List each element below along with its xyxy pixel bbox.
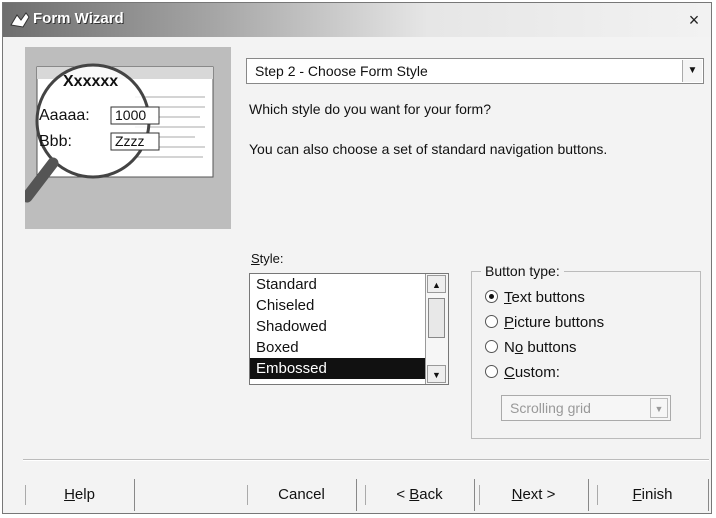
- preview-field2-value: Zzzz: [115, 133, 145, 149]
- close-icon[interactable]: ×: [685, 11, 703, 29]
- list-item[interactable]: Standard: [250, 274, 428, 295]
- back-button[interactable]: < Back: [365, 479, 475, 511]
- preview-field1-label: Aaaaa:: [39, 107, 90, 124]
- chevron-down-icon[interactable]: ▼: [682, 60, 702, 82]
- list-item[interactable]: Boxed: [250, 337, 428, 358]
- scroll-down-icon[interactable]: ▼: [427, 365, 446, 383]
- prompt-style-question: Which style do you want for your form?: [249, 101, 491, 117]
- preview-field2-label: Bbb:: [39, 133, 72, 150]
- radio-unchecked-icon[interactable]: [485, 339, 498, 353]
- finish-button[interactable]: Finish: [597, 479, 709, 511]
- help-button[interactable]: Help: [25, 479, 135, 511]
- title-bar[interactable]: Form Wizard ×: [3, 3, 711, 37]
- next-button[interactable]: Next >: [479, 479, 589, 511]
- radio-text-buttons[interactable]: Text buttons: [485, 289, 585, 309]
- radio-unchecked-icon[interactable]: [485, 314, 498, 328]
- radio-custom[interactable]: Custom:: [485, 364, 560, 384]
- step-dropdown-value: Step 2 - Choose Form Style: [255, 63, 428, 79]
- radio-picture-buttons[interactable]: Picture buttons: [485, 314, 604, 334]
- prompt-navigation-info: You can also choose a set of standard na…: [249, 141, 608, 157]
- style-listbox[interactable]: Standard Chiseled Shadowed Boxed Embosse…: [249, 273, 449, 385]
- step-dropdown[interactable]: Step 2 - Choose Form Style ▼: [246, 58, 704, 84]
- preview-heading: Xxxxxx: [63, 73, 119, 90]
- scroll-thumb[interactable]: [428, 298, 445, 338]
- radio-unchecked-icon[interactable]: [485, 364, 498, 378]
- wizard-icon: [10, 12, 30, 28]
- window-title: Form Wizard: [33, 10, 124, 27]
- cancel-button[interactable]: Cancel: [247, 479, 357, 511]
- preview-field1-value: 1000: [115, 107, 147, 123]
- footer-divider: [23, 459, 709, 461]
- scroll-up-icon[interactable]: ▲: [427, 275, 446, 293]
- custom-style-value: Scrolling grid: [510, 400, 591, 416]
- form-wizard-dialog: Form Wizard × Xxxxxx Aaaaa: 1000 Bbb: Zz…: [2, 2, 712, 514]
- list-item[interactable]: Chiseled: [250, 295, 428, 316]
- preview-image: Xxxxxx Aaaaa: 1000 Bbb: Zzzz: [25, 47, 231, 229]
- style-listbox-scrollbar[interactable]: ▲ ▼: [425, 274, 448, 384]
- radio-checked-icon[interactable]: [485, 289, 498, 303]
- radio-no-buttons[interactable]: No buttons: [485, 339, 577, 359]
- style-label: Style:: [251, 251, 284, 266]
- button-type-title: Button type:: [481, 263, 564, 279]
- custom-style-dropdown: Scrolling grid ▼: [501, 395, 671, 421]
- list-item[interactable]: Shadowed: [250, 316, 428, 337]
- list-item-selected[interactable]: Embossed: [250, 358, 428, 379]
- chevron-down-icon: ▼: [650, 398, 668, 418]
